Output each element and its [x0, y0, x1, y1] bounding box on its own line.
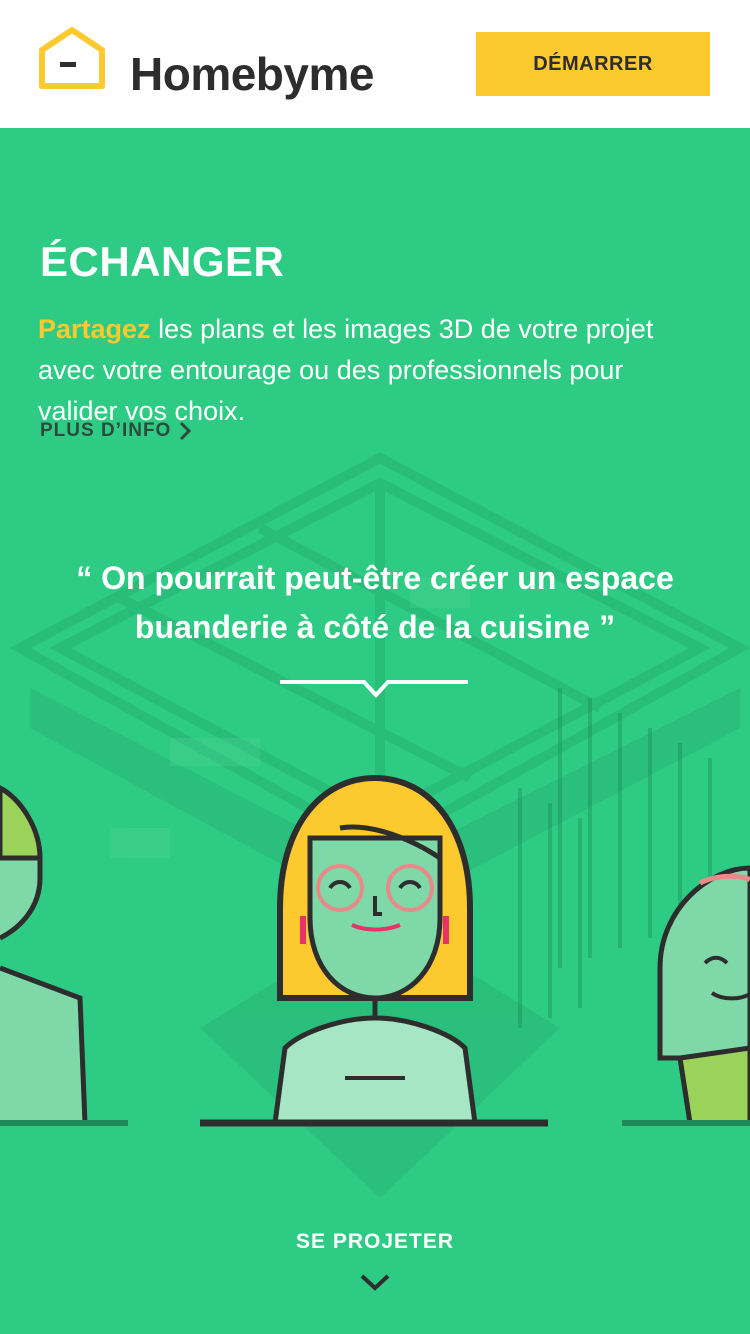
section-description: Partagez les plans et les images 3D de v…: [38, 309, 698, 432]
woman-character: [200, 774, 548, 1127]
brand-logo[interactable]: Homebyme: [38, 26, 378, 102]
next-section-link[interactable]: SE PROJETER: [0, 1230, 750, 1254]
brand-name: Homebyme: [130, 48, 374, 100]
start-button[interactable]: DÉMARRER: [476, 32, 710, 96]
chevron-down-icon[interactable]: [359, 1272, 391, 1292]
speech-bubble-pointer: [280, 680, 468, 698]
section-title: ÉCHANGER: [40, 238, 285, 286]
site-header: Homebyme DÉMARRER: [0, 0, 750, 128]
chevron-right-icon: [180, 421, 192, 441]
worker-character: [0, 785, 128, 1126]
more-info-link[interactable]: PLUS D’INFO: [40, 420, 192, 442]
description-highlight: Partagez: [38, 314, 151, 344]
feature-section: ÉCHANGER Partagez les plans et les image…: [0, 128, 750, 1334]
testimonial-quote: “ On pourrait peut-être créer un espace …: [76, 560, 674, 645]
people-illustration: [0, 774, 750, 1127]
more-info-label: PLUS D’INFO: [40, 420, 172, 441]
house-logo-icon: [39, 27, 105, 89]
girl-character: [622, 865, 750, 1126]
